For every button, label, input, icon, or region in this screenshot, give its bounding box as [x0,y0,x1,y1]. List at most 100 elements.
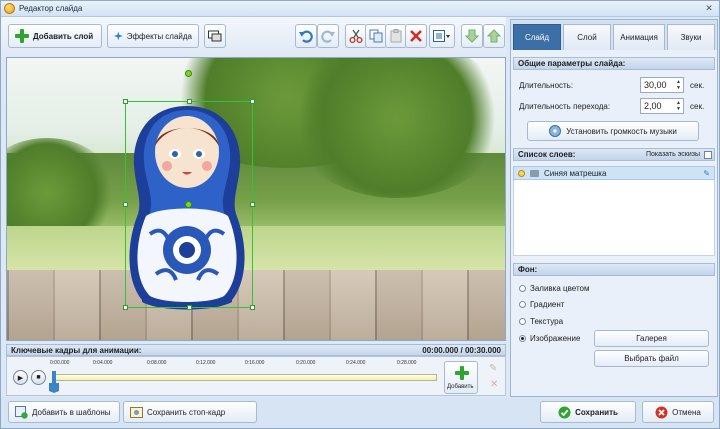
edit-pencil-icon[interactable]: ✎ [703,169,710,178]
save-frame-button[interactable]: Сохранить стоп-кадр [123,401,257,423]
timeline-time: 00:00.000 / 00:30.000 [422,346,501,355]
tab-layer[interactable]: Слой [563,24,611,50]
duration-stepper[interactable]: 30,00 ▲ ▼ [640,77,684,93]
effects-star-icon [114,31,123,41]
layer-list-item[interactable]: Синяя матрешка ✎ [513,166,715,180]
music-disc-icon [549,125,562,137]
gallery-button[interactable]: Галерея [594,330,709,347]
delete-keyframe-icon[interactable]: ✕ [490,379,498,390]
transition-label: Длительность перехода: [519,102,611,111]
undo-icon [299,30,313,43]
copy-icon [369,29,383,43]
plus-icon [455,366,469,380]
cancel-button[interactable]: Отмена [642,401,714,423]
add-keyframe-label: Добавить [447,384,474,390]
keyframe-timeline: ▶ ■ 0:00.000 0:04.000 0:08.000 0:12.000 … [6,356,506,396]
keyframes-bar: Ключевые кадры для анимации: 00:00.000 /… [6,344,506,356]
play-icon: ▶ [17,374,24,382]
redo-button[interactable] [317,24,339,48]
music-volume-button[interactable]: Установить громкость музыки [527,121,699,141]
resize-handle-top-left[interactable] [123,99,128,104]
slide-effects-button[interactable]: Эффекты слайда [107,24,199,48]
title-bar: Редактор слайда ✕ [1,1,719,17]
image-label: Изображение [530,334,581,343]
layer-name: Синяя матрешка [544,169,607,178]
close-window-button[interactable]: ✕ [703,3,715,14]
radio-image[interactable] [519,335,526,342]
add-to-templates-button[interactable]: Добавить в шаблоны [8,401,120,423]
gradient-label: Градиент [530,300,565,309]
resize-handle-left[interactable] [123,202,128,207]
undo-button[interactable] [295,24,317,48]
background-grass [7,226,505,272]
rotate-handle[interactable] [185,70,192,77]
fit-dropdown-button[interactable] [429,24,455,48]
timeline-track[interactable] [53,374,437,381]
arrow-up-icon [487,29,501,43]
keyframes-label: Ключевые кадры для анимации: [11,346,142,355]
paste-button[interactable] [385,24,407,48]
tick-label: 0:08.000 [147,360,167,366]
tick-label: 0:24.000 [346,360,366,366]
delete-button[interactable] [405,24,427,48]
arrow-down-icon [465,29,479,43]
properties-panel: Слайд Слой Анимация Звуки Общие параметр… [510,19,718,397]
image-layer-icon [530,170,539,177]
resize-handle-bottom-right[interactable] [250,305,255,310]
visibility-eye-icon[interactable] [518,170,525,177]
duration-unit: сек. [690,81,705,90]
stepper-arrows-icon[interactable]: ▲ ▼ [676,100,681,112]
add-keyframe-button[interactable]: Добавить [444,361,478,394]
save-button[interactable]: Сохранить [540,401,636,423]
edit-keyframe-icon[interactable]: ✎ [489,363,497,374]
footer-bar: Добавить в шаблоны Сохранить стоп-кадр С… [1,397,719,428]
radio-gradient[interactable] [519,301,526,308]
slide-canvas[interactable] [6,57,506,341]
thumbnails-toggle-icon[interactable] [704,151,712,159]
monitor-icon [208,30,222,42]
transition-stepper[interactable]: 2,00 ▲ ▼ [640,98,684,114]
transition-unit: сек. [690,102,705,111]
tick-label: 0:28.000 [397,360,417,366]
checkmark-icon [558,406,571,418]
move-up-button[interactable] [483,24,505,48]
paste-icon [390,29,402,43]
scissors-icon [349,29,363,43]
resize-handle-top-right[interactable] [250,99,255,104]
play-button[interactable]: ▶ [13,370,28,385]
stepper-arrows-icon[interactable]: ▲ ▼ [676,79,681,91]
choose-file-button[interactable]: Выбрать файл [594,350,709,367]
cut-button[interactable] [345,24,367,48]
tick-label: 0:20.000 [296,360,316,366]
show-thumbnails-link[interactable]: Показать эскизы [646,149,700,161]
radio-fill-color[interactable] [519,285,526,292]
tab-sounds[interactable]: Звуки [667,24,715,50]
snapshot-icon [130,406,143,418]
main-toolbar: Добавить слой Эффекты слайда [1,17,506,57]
layers-header: Список слоев: Показать эскизы [513,148,715,161]
tab-slide[interactable]: Слайд [513,24,561,50]
anchor-point-handle[interactable] [185,201,192,208]
radio-texture[interactable] [519,318,526,325]
preview-button[interactable] [204,24,226,48]
template-icon [15,405,28,419]
add-layer-button[interactable]: Добавить слой [8,24,102,48]
duration-value: 30,00 [644,80,667,90]
resize-handle-bottom-left[interactable] [123,305,128,310]
transition-value: 2,00 [644,101,662,111]
stop-button[interactable]: ■ [31,370,46,385]
move-down-button[interactable] [461,24,483,48]
keyframe-marker-icon[interactable] [49,371,59,393]
tick-label: 0:04.000 [93,360,113,366]
background-wood-planks [7,270,505,340]
resize-handle-right[interactable] [250,202,255,207]
cancel-icon [655,406,668,418]
resize-handle-top[interactable] [187,99,192,104]
fill-color-label: Заливка цветом [530,284,590,293]
background-header: Фон: [513,263,715,276]
copy-button[interactable] [365,24,387,48]
texture-label: Текстура [530,317,564,326]
tick-label: 0:12.000 [196,360,216,366]
resize-handle-bottom[interactable] [187,305,192,310]
tab-animation[interactable]: Анимация [613,24,665,50]
